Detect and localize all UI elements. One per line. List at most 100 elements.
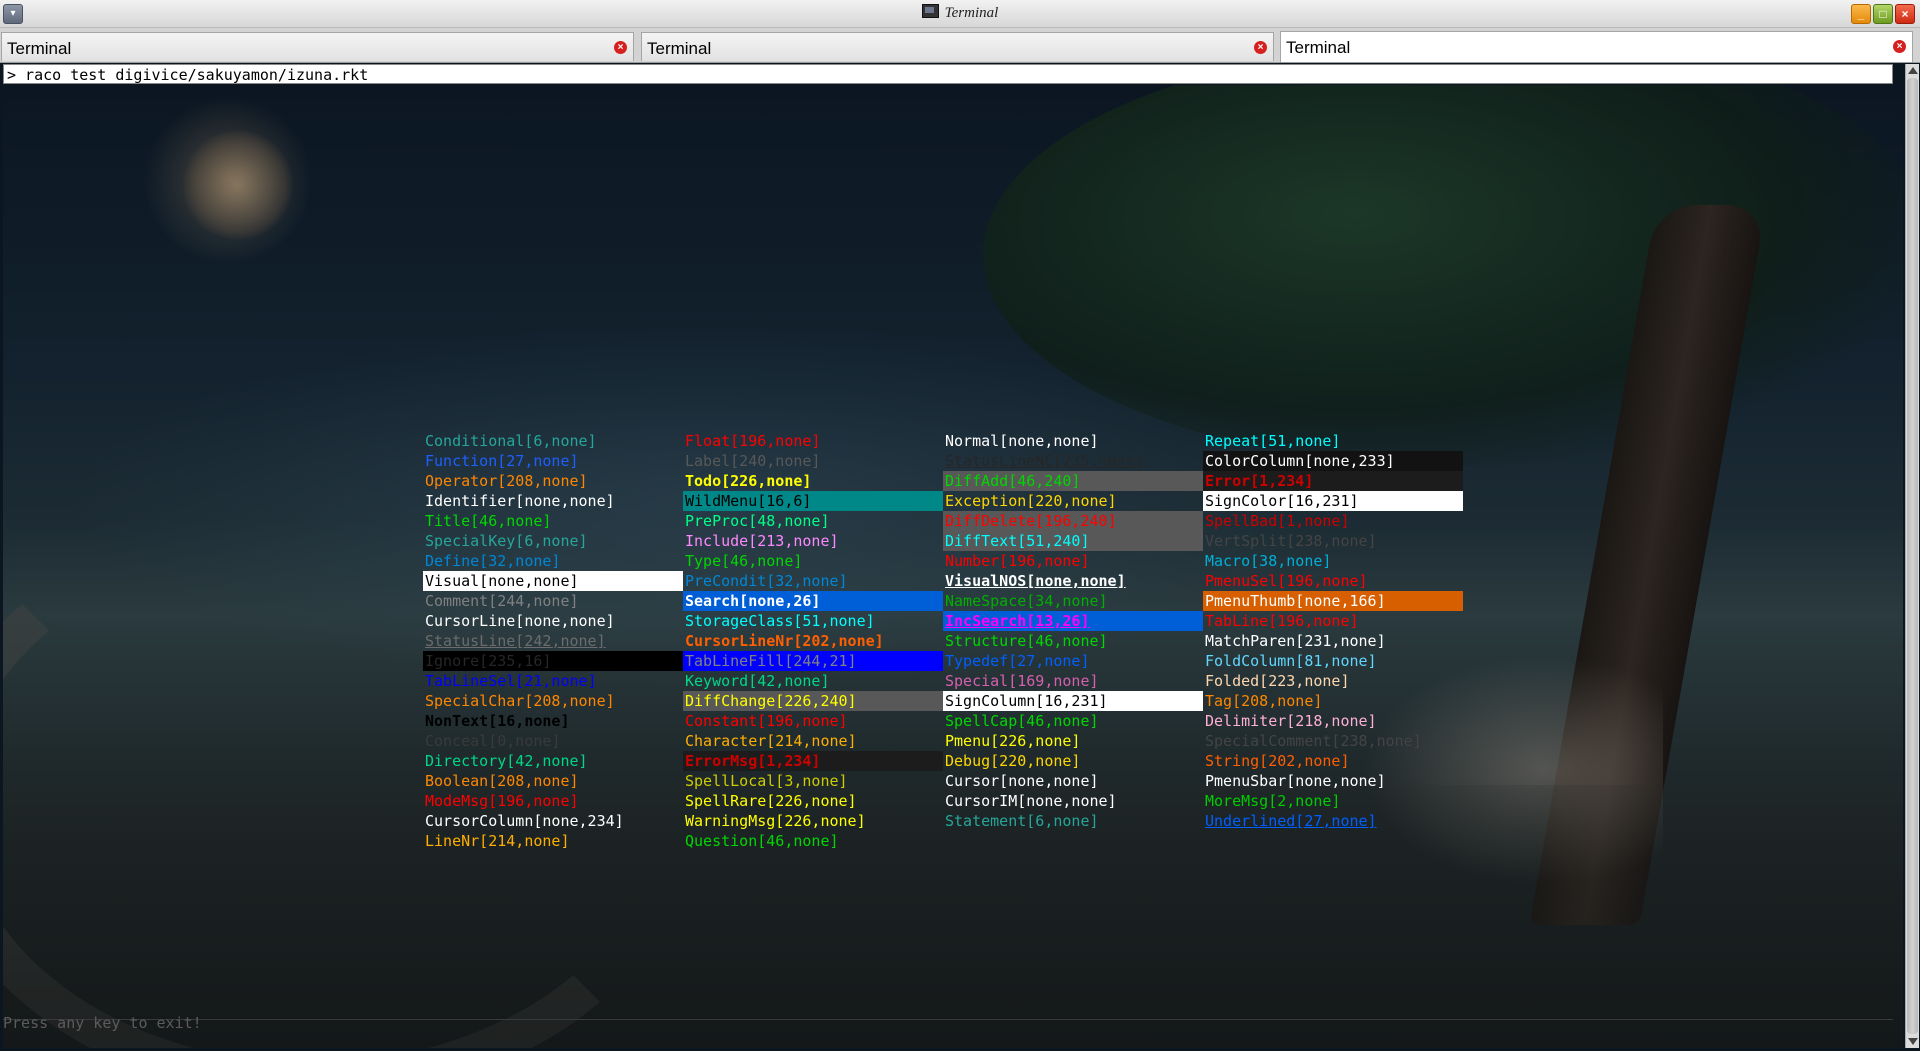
highlight-group-entry: StatusLine[242,none] (425, 632, 606, 650)
highlight-group-entry: DiffDelete[196,240] (943, 511, 1203, 531)
scrollbar[interactable] (1905, 64, 1919, 1048)
highlight-group-entry: StatusLineNC[235,none] (945, 452, 1144, 470)
highlight-group-entry: Question[46,none] (685, 832, 839, 850)
highlight-group-entry: Exception[220,none] (945, 492, 1117, 510)
highlight-group-entry: WildMenu[16,6] (683, 491, 943, 511)
highlight-group-entry: Function[27,none] (425, 452, 579, 470)
highlight-group-entry: VertSplit[238,none] (1205, 532, 1377, 550)
tab-close-icon[interactable]: × (1254, 41, 1267, 54)
minimize-icon: _ (1857, 7, 1865, 21)
highlight-group-entry: FoldColumn[81,none] (1205, 652, 1377, 670)
highlight-group-entry: IncSearch[13,26] (943, 611, 1203, 631)
highlight-group-entry: TabLineSel[21,none] (425, 672, 597, 690)
highlight-group-entry: VisualNOS[none,none] (945, 572, 1126, 590)
highlight-group-entry: Comment[244,none] (425, 592, 579, 610)
terminal-icon (921, 4, 939, 18)
highlight-group-entry: Folded[223,none] (1205, 672, 1350, 690)
highlight-group-entry: SpellBad[1,none] (1205, 512, 1350, 530)
command-line[interactable]: > raco test digivice/sakuyamon/izuna.rkt (3, 64, 1893, 84)
tab-bar: Terminal × Terminal × Terminal × (0, 28, 1920, 63)
highlight-group-entry: ErrorMsg[1,234] (683, 751, 943, 771)
tab-label: Terminal (1286, 38, 1351, 57)
close-icon: × (1901, 7, 1909, 21)
highlight-group-entry: DiffChange[226,240] (683, 691, 943, 711)
highlight-group-entry: MatchParen[231,none] (1205, 632, 1386, 650)
highlight-group-entry: SpellLocal[3,none] (685, 772, 848, 790)
footer-divider (3, 1019, 1893, 1020)
highlight-group-entry: Tag[208,none] (1205, 692, 1323, 710)
highlight-group-entry: PreCondit[32,none] (685, 572, 848, 590)
highlight-group-entry: Identifier[none,none] (425, 492, 615, 510)
maximize-icon: □ (1879, 7, 1887, 21)
window-titlebar: ▾ Terminal _ □ × (0, 0, 1920, 28)
highlight-group-entry: SpecialKey[6,none] (425, 532, 588, 550)
maximize-button[interactable]: □ (1873, 4, 1893, 24)
highlight-group-entry: SpecialChar[208,none] (425, 692, 615, 710)
highlight-group-entry: MoreMsg[2,none] (1205, 792, 1341, 810)
highlight-group-entry: Number[196,none] (945, 552, 1090, 570)
highlight-group-entry: Constant[196,none] (685, 712, 848, 730)
highlight-group-entry: Boolean[208,none] (425, 772, 579, 790)
highlight-group-entry: Keyword[42,none] (685, 672, 830, 690)
tab-close-icon[interactable]: × (1893, 40, 1906, 53)
highlight-group-entry: WarningMsg[226,none] (685, 812, 866, 830)
window-title-text: Terminal (944, 5, 999, 21)
highlight-group-entry: LineNr[214,none] (425, 832, 570, 850)
tab-close-icon[interactable]: × (614, 41, 627, 54)
highlight-group-entry: TabLine[196,none] (1205, 612, 1359, 630)
highlight-group-entry: CursorLine[none,none] (425, 612, 615, 630)
tab-terminal-1[interactable]: Terminal × (1, 32, 634, 61)
highlight-group-entry: Special[169,none] (945, 672, 1099, 690)
highlight-group-entry: PmenuSbar[none,none] (1205, 772, 1386, 790)
highlight-group-entry: CursorLineNr[202,none] (685, 632, 884, 650)
background-tree-canopy (983, 85, 1903, 465)
highlight-group-entry: DiffAdd[46,240] (943, 471, 1203, 491)
highlight-group-entry: String[202,none] (1205, 752, 1350, 770)
highlight-group-entry: ModeMsg[196,none] (425, 792, 579, 810)
highlight-group-entry: Visual[none,none] (423, 571, 683, 591)
close-button[interactable]: × (1895, 4, 1915, 24)
highlight-group-entry: TabLineFill[244,21] (683, 651, 943, 671)
highlight-group-entry: Label[240,none] (685, 452, 821, 470)
highlight-group-entry: Title[46,none] (425, 512, 552, 530)
highlight-group-entry: Search[none,26] (683, 591, 943, 611)
highlight-group-entry: NameSpace[34,none] (945, 592, 1108, 610)
highlight-group-entry: SpecialComment[238,none] (1205, 732, 1422, 750)
highlight-group-entry: PreProc[48,none] (685, 512, 830, 530)
highlight-group-entry: Normal[none,none] (945, 432, 1099, 450)
exit-prompt: Press any key to exit! (3, 1014, 202, 1032)
highlight-group-entry: SignColor[16,231] (1203, 491, 1463, 511)
highlight-group-entry: Character[214,none] (685, 732, 857, 750)
highlight-group-entry: PmenuSel[196,none] (1205, 572, 1368, 590)
tab-terminal-2[interactable]: Terminal × (641, 32, 1274, 61)
highlight-group-entry: CursorIM[none,none] (945, 792, 1117, 810)
scrollbar-thumb[interactable] (1907, 78, 1918, 1034)
highlight-group-entry: StorageClass[51,none] (685, 612, 875, 630)
highlight-group-entry: Conceal[0,none] (425, 732, 561, 750)
highlight-group-entry: Type[46,none] (685, 552, 803, 570)
highlight-group-entry: Statement[6,none] (945, 812, 1099, 830)
highlight-group-entry: SpellCap[46,none] (945, 712, 1099, 730)
highlight-group-entry: Macro[38,none] (1205, 552, 1332, 570)
scroll-down-icon[interactable] (1908, 1038, 1918, 1045)
highlight-group-entry: Operator[208,none] (425, 472, 588, 490)
highlight-group-entry: Error[1,234] (1203, 471, 1463, 491)
highlight-group-entry: SpellRare[226,none] (685, 792, 857, 810)
scroll-up-icon[interactable] (1908, 67, 1918, 74)
highlight-group-entry: CursorColumn[none,234] (425, 812, 624, 830)
tab-terminal-3[interactable]: Terminal × (1280, 31, 1913, 62)
tab-label: Terminal (7, 39, 72, 58)
highlight-group-entry: Debug[220,none] (945, 752, 1081, 770)
highlight-group-entry: Float[196,none] (685, 432, 821, 450)
minimize-button[interactable]: _ (1851, 4, 1871, 24)
highlight-group-entry: Include[213,none] (685, 532, 839, 550)
highlight-group-entry: DiffText[51,240] (943, 531, 1203, 551)
highlight-group-entry: Conditional[6,none] (425, 432, 597, 450)
highlight-group-entry: Structure[46,none] (945, 632, 1108, 650)
background-moon (183, 130, 293, 240)
terminal-viewport[interactable]: Conditional[6,none] Function[27,none] Oper… (3, 85, 1903, 1048)
highlight-group-entry: ColorColumn[none,233] (1203, 451, 1463, 471)
highlight-group-entry: Cursor[none,none] (945, 772, 1099, 790)
highlight-group-entry: Typedef[27,none] (945, 652, 1090, 670)
highlight-group-entry: Define[32,none] (425, 552, 561, 570)
